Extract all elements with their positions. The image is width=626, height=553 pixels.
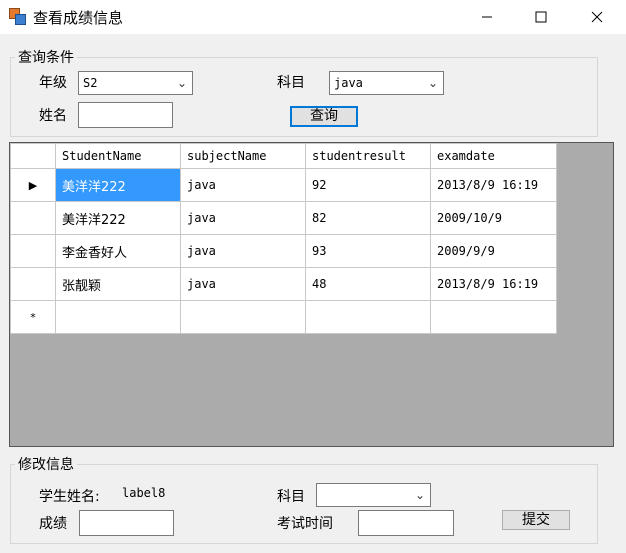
header-row: StudentName subjectName studentresult ex… [10, 143, 557, 169]
table-cell[interactable] [430, 300, 557, 334]
search-button[interactable]: 查询 [290, 106, 358, 127]
grade-combobox-value: S2 [83, 76, 98, 90]
exam-time-input[interactable] [358, 510, 454, 536]
edit-subject-combobox[interactable]: ⌄ [316, 483, 431, 507]
table-cell[interactable]: 美洋洋222 [55, 168, 181, 202]
table-row[interactable]: 美洋洋222 java 82 2009/10/9 [10, 201, 557, 235]
column-header-examdate[interactable]: examdate [430, 143, 557, 169]
table-cell[interactable] [305, 300, 431, 334]
chevron-down-icon: ⌄ [427, 76, 438, 90]
subject-combobox-value: java [334, 76, 363, 90]
edit-subject-label: 科目 [277, 489, 305, 505]
subject-label: 科目 [277, 75, 305, 91]
table-cell[interactable]: 2013/8/9 16:19 [430, 168, 557, 202]
column-header-subjectname[interactable]: subjectName [180, 143, 306, 169]
row-header[interactable] [10, 201, 56, 235]
maximize-icon [535, 11, 547, 23]
table-cell[interactable]: 2013/8/9 16:19 [430, 267, 557, 301]
name-label: 姓名 [39, 108, 67, 124]
new-row-asterisk-icon[interactable]: * [10, 300, 56, 334]
submit-button[interactable]: 提交 [502, 510, 570, 530]
grade-label: 年级 [39, 75, 67, 91]
chevron-down-icon: ⌄ [414, 488, 425, 502]
table-cell[interactable]: java [180, 234, 306, 268]
name-input[interactable] [78, 102, 173, 128]
row-header[interactable] [10, 267, 56, 301]
table-cell[interactable]: java [180, 267, 306, 301]
table-cell[interactable]: 美洋洋222 [55, 201, 181, 235]
column-header-studentresult[interactable]: studentresult [305, 143, 431, 169]
new-row[interactable]: * [10, 300, 557, 334]
chevron-down-icon: ⌄ [176, 76, 187, 90]
exam-time-label: 考试时间 [277, 516, 333, 532]
grade-combobox[interactable]: S2 ⌄ [78, 71, 193, 95]
table-cell[interactable] [55, 300, 181, 334]
table-cell[interactable]: 93 [305, 234, 431, 268]
table-row[interactable]: ▶ 美洋洋222 java 92 2013/8/9 16:19 [10, 168, 557, 202]
results-table: StudentName subjectName studentresult ex… [10, 143, 557, 334]
row-header-corner [10, 143, 56, 169]
table-cell[interactable]: 82 [305, 201, 431, 235]
score-label: 成绩 [39, 516, 67, 532]
row-header[interactable] [10, 234, 56, 268]
table-cell[interactable]: 2009/9/9 [430, 234, 557, 268]
current-row-arrow-icon[interactable]: ▶ [10, 168, 56, 202]
table-cell[interactable]: java [180, 201, 306, 235]
table-cell[interactable]: 48 [305, 267, 431, 301]
table-row[interactable]: 张靓颖 java 48 2013/8/9 16:19 [10, 267, 557, 301]
table-cell[interactable]: 张靓颖 [55, 267, 181, 301]
close-button[interactable] [574, 0, 620, 34]
query-group-label: 查询条件 [15, 47, 77, 67]
score-input[interactable] [79, 510, 174, 536]
table-cell[interactable]: 92 [305, 168, 431, 202]
minimize-icon [482, 16, 492, 18]
student-name-value: label8 [122, 486, 166, 500]
table-row[interactable]: 李金香好人 java 93 2009/9/9 [10, 234, 557, 268]
window-title: 查看成绩信息 [33, 9, 124, 27]
student-name-label: 学生姓名: [39, 489, 100, 505]
minimize-button[interactable] [464, 0, 510, 34]
table-cell[interactable]: java [180, 168, 306, 202]
table-cell[interactable] [180, 300, 306, 334]
subject-combobox[interactable]: java ⌄ [329, 71, 444, 95]
app-icon [9, 8, 26, 25]
table-cell[interactable]: 李金香好人 [55, 234, 181, 268]
table-cell[interactable]: 2009/10/9 [430, 201, 557, 235]
results-datagrid[interactable]: StudentName subjectName studentresult ex… [9, 142, 614, 447]
maximize-button[interactable] [518, 0, 564, 34]
close-icon [591, 11, 603, 23]
column-header-studentname[interactable]: StudentName [55, 143, 181, 169]
edit-group-label: 修改信息 [15, 454, 77, 474]
